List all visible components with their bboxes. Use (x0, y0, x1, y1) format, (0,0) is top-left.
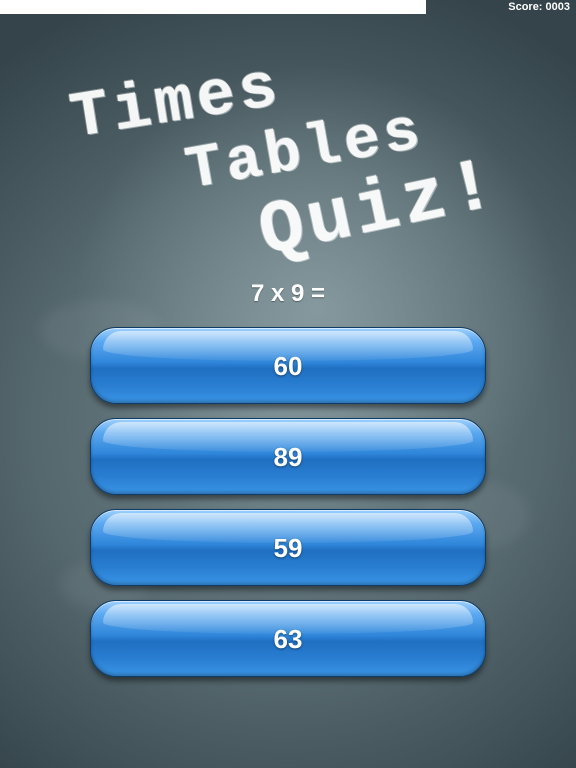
progress-bar-fill (0, 0, 427, 14)
score-label: Score: 0003 (508, 1, 570, 13)
title-line-quiz: Quiz! (251, 143, 507, 277)
answer-button-3[interactable]: 59 (90, 509, 486, 586)
answer-label: 63 (273, 624, 303, 654)
answer-button-1[interactable]: 60 (90, 327, 486, 404)
answer-label: 60 (273, 351, 303, 381)
question-text: 7 x 9 = (250, 280, 326, 307)
score-display: Score: 0003 (508, 0, 570, 14)
quiz-screen: { "progress": { "fraction": 0.74, "color… (0, 0, 576, 768)
answer-list: 60 89 59 63 (90, 327, 486, 691)
title-logo: Times Tables Quiz! (0, 0, 576, 290)
answer-label: 59 (273, 533, 303, 563)
title-line-times: Times (65, 51, 287, 157)
title-line-tables: Tables (180, 97, 430, 207)
answer-button-4[interactable]: 63 (90, 600, 486, 677)
answer-button-2[interactable]: 89 (90, 418, 486, 495)
progress-bar (0, 0, 576, 14)
answer-label: 89 (273, 442, 303, 472)
